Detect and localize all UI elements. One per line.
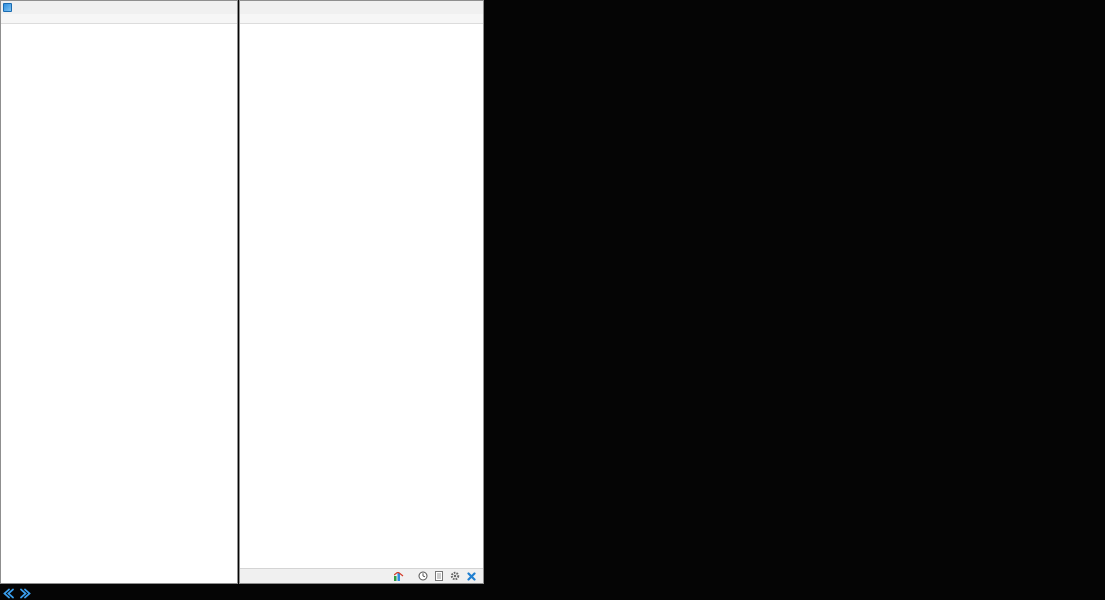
close-sensors-icon[interactable] [467,571,476,581]
sensor-window-secondary [239,0,484,584]
clock-icon[interactable] [418,571,428,581]
taskbar-back-icon[interactable] [2,588,15,599]
graph-toggle-icon[interactable] [394,571,404,581]
sensor-window-main [0,0,238,584]
titlebar-main[interactable] [1,1,237,14]
titlebar-secondary[interactable] [240,1,483,14]
settings-gear-icon[interactable] [450,571,460,581]
column-header-right [240,14,483,24]
column-header-left [1,14,237,24]
hwinfo-app-icon [3,3,12,12]
taskbar [2,588,32,599]
report-icon[interactable] [435,571,443,581]
sensor-footer [240,568,483,583]
desktop [0,0,1105,600]
taskbar-forward-icon[interactable] [19,588,32,599]
